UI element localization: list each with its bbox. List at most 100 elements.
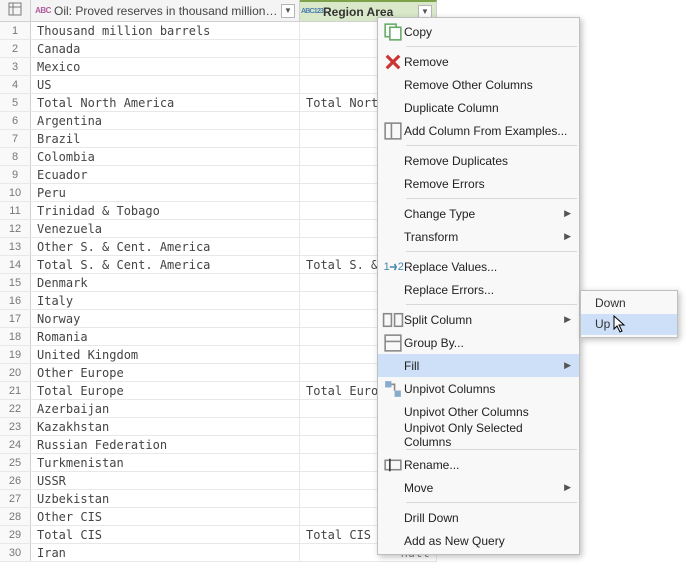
row-number[interactable]: 26: [0, 472, 31, 489]
row-number[interactable]: 4: [0, 76, 31, 93]
cell-oil[interactable]: Russian Federation: [31, 436, 300, 453]
table-row[interactable]: 24Russian Federationnull: [0, 436, 437, 454]
cell-oil[interactable]: Other S. & Cent. America: [31, 238, 300, 255]
menu-item-add-as-new-query[interactable]: Add as New Query: [378, 529, 579, 552]
menu-item-copy[interactable]: Copy: [378, 20, 579, 43]
row-number[interactable]: 14: [0, 256, 31, 273]
menu-item-remove-duplicates[interactable]: Remove Duplicates: [378, 149, 579, 172]
cell-oil[interactable]: Venezuela: [31, 220, 300, 237]
submenu-fill[interactable]: DownUp: [580, 290, 678, 338]
cell-oil[interactable]: US: [31, 76, 300, 93]
row-number[interactable]: 13: [0, 238, 31, 255]
table-row[interactable]: 13Other S. & Cent. Americanull: [0, 238, 437, 256]
cell-oil[interactable]: Total Europe: [31, 382, 300, 399]
table-row[interactable]: 25Turkmenistannull: [0, 454, 437, 472]
row-number[interactable]: 6: [0, 112, 31, 129]
menu-item-rename[interactable]: Rename...: [378, 453, 579, 476]
table-row[interactable]: 8Colombianull: [0, 148, 437, 166]
menu-item-move[interactable]: Move▶: [378, 476, 579, 499]
row-number[interactable]: 3: [0, 58, 31, 75]
table-row[interactable]: 3Mexiconull: [0, 58, 437, 76]
row-number[interactable]: 9: [0, 166, 31, 183]
table-row[interactable]: 12Venezuelanull: [0, 220, 437, 238]
menu-item-unpivot-only-selected-columns[interactable]: Unpivot Only Selected Columns: [378, 423, 579, 446]
row-number[interactable]: 20: [0, 364, 31, 381]
row-number[interactable]: 5: [0, 94, 31, 111]
cell-oil[interactable]: Other Europe: [31, 364, 300, 381]
table-row[interactable]: 28Other CISnull: [0, 508, 437, 526]
row-number[interactable]: 29: [0, 526, 31, 543]
table-row[interactable]: 26USSRnull: [0, 472, 437, 490]
table-row[interactable]: 21Total EuropeTotal Europe: [0, 382, 437, 400]
table-row[interactable]: 17Norwaynull: [0, 310, 437, 328]
menu-item-duplicate-column[interactable]: Duplicate Column: [378, 96, 579, 119]
table-row[interactable]: 1Thousand million barrelsnull: [0, 22, 437, 40]
table-row[interactable]: 15Denmarknull: [0, 274, 437, 292]
cell-oil[interactable]: Total North America: [31, 94, 300, 111]
table-row[interactable]: 22Azerbaijannull: [0, 400, 437, 418]
row-number[interactable]: 21: [0, 382, 31, 399]
table-row[interactable]: 29Total CISTotal CIS: [0, 526, 437, 544]
table-row[interactable]: 18Romanianull: [0, 328, 437, 346]
menu-item-add-column-from-examples[interactable]: Add Column From Examples...: [378, 119, 579, 142]
row-number[interactable]: 18: [0, 328, 31, 345]
cell-oil[interactable]: Iran: [31, 544, 300, 561]
menu-item-transform[interactable]: Transform▶: [378, 225, 579, 248]
cell-oil[interactable]: Uzbekistan: [31, 490, 300, 507]
filter-dropdown-icon[interactable]: ▼: [281, 4, 295, 18]
menu-item-replace-values[interactable]: 12Replace Values...: [378, 255, 579, 278]
row-number[interactable]: 12: [0, 220, 31, 237]
table-row[interactable]: 11Trinidad & Tobagonull: [0, 202, 437, 220]
cell-oil[interactable]: Argentina: [31, 112, 300, 129]
table-row[interactable]: 14Total S. & Cent. AmericaTotal S. & C: [0, 256, 437, 274]
menu-item-fill[interactable]: Fill▶: [378, 354, 579, 377]
table-row[interactable]: 6Argentinanull: [0, 112, 437, 130]
cell-oil[interactable]: Brazil: [31, 130, 300, 147]
menu-item-replace-errors[interactable]: Replace Errors...: [378, 278, 579, 301]
cell-oil[interactable]: Trinidad & Tobago: [31, 202, 300, 219]
row-number[interactable]: 16: [0, 292, 31, 309]
cell-oil[interactable]: Total CIS: [31, 526, 300, 543]
cell-oil[interactable]: Kazakhstan: [31, 418, 300, 435]
context-menu[interactable]: CopyRemoveRemove Other ColumnsDuplicate …: [377, 17, 580, 555]
cell-oil[interactable]: Peru: [31, 184, 300, 201]
menu-item-split-column[interactable]: Split Column▶: [378, 308, 579, 331]
cell-oil[interactable]: Canada: [31, 40, 300, 57]
table-row[interactable]: 23Kazakhstannull: [0, 418, 437, 436]
cell-oil[interactable]: Turkmenistan: [31, 454, 300, 471]
menu-item-remove-errors[interactable]: Remove Errors: [378, 172, 579, 195]
table-row[interactable]: 16Italynull: [0, 292, 437, 310]
table-row[interactable]: 19United Kingdomnull: [0, 346, 437, 364]
row-number[interactable]: 2: [0, 40, 31, 57]
cell-oil[interactable]: Azerbaijan: [31, 400, 300, 417]
cell-oil[interactable]: Mexico: [31, 58, 300, 75]
submenu-item-up[interactable]: Up: [581, 314, 677, 335]
menu-item-remove-other-columns[interactable]: Remove Other Columns: [378, 73, 579, 96]
table-corner[interactable]: [0, 0, 31, 21]
table-row[interactable]: 9Ecuadornull: [0, 166, 437, 184]
menu-item-group-by[interactable]: Group By...: [378, 331, 579, 354]
table-row[interactable]: 4USnull: [0, 76, 437, 94]
row-number[interactable]: 8: [0, 148, 31, 165]
cell-oil[interactable]: Denmark: [31, 274, 300, 291]
row-number[interactable]: 17: [0, 310, 31, 327]
table-row[interactable]: 30Irannull: [0, 544, 437, 562]
cell-oil[interactable]: Total S. & Cent. America: [31, 256, 300, 273]
cell-oil[interactable]: Romania: [31, 328, 300, 345]
cell-oil[interactable]: Ecuador: [31, 166, 300, 183]
cell-oil[interactable]: USSR: [31, 472, 300, 489]
cell-oil[interactable]: Colombia: [31, 148, 300, 165]
menu-item-drill-down[interactable]: Drill Down: [378, 506, 579, 529]
table-row[interactable]: 10Perunull: [0, 184, 437, 202]
row-number[interactable]: 24: [0, 436, 31, 453]
cell-oil[interactable]: Thousand million barrels: [31, 22, 300, 39]
row-number[interactable]: 15: [0, 274, 31, 291]
cell-oil[interactable]: Norway: [31, 310, 300, 327]
row-number[interactable]: 1: [0, 22, 31, 39]
cell-oil[interactable]: Italy: [31, 292, 300, 309]
cell-oil[interactable]: United Kingdom: [31, 346, 300, 363]
row-number[interactable]: 19: [0, 346, 31, 363]
table-row[interactable]: 27Uzbekistannull: [0, 490, 437, 508]
row-number[interactable]: 27: [0, 490, 31, 507]
table-row[interactable]: 5Total North AmericaTotal North: [0, 94, 437, 112]
